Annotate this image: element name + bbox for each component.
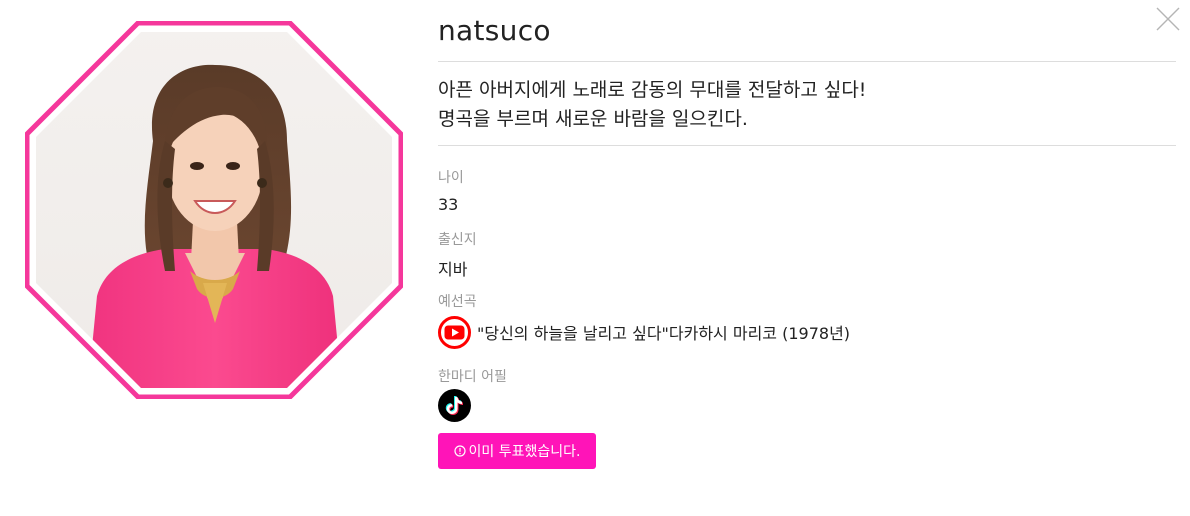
close-icon [1156, 7, 1180, 31]
info-circle-icon [453, 445, 466, 457]
close-button[interactable] [1154, 5, 1182, 33]
intro-line-2: 명곡을 부르며 새로운 바람을 일으킨다. [438, 108, 748, 130]
contestant-profile-modal: natsuco 아픈 아버지에게 노래로 감동의 무대를 전달하고 싶다! 명곡… [0, 0, 1190, 516]
profile-photo [25, 21, 403, 399]
age-label: 나이 [438, 170, 464, 186]
divider [438, 61, 1176, 62]
appeal-label: 한마디 어필 [438, 369, 507, 385]
tiktok-icon[interactable] [438, 389, 471, 422]
contestant-name: natsuco [438, 14, 551, 47]
intro-line-1: 아픈 아버지에게 노래로 감동의 무대를 전달하고 싶다! [438, 79, 867, 101]
vote-button[interactable]: 이미 투표했습니다. [438, 433, 596, 469]
age-value: 33 [438, 195, 459, 214]
intro-text: 아픈 아버지에게 노래로 감동의 무대를 전달하고 싶다! 명곡을 부르며 새로… [438, 76, 866, 134]
vote-button-label: 이미 투표했습니다. [468, 444, 581, 460]
song-label: 예선곡 [438, 294, 477, 310]
song-row: "당신의 하늘을 날리고 싶다"다카하시 마리코 (1978년) [438, 315, 850, 349]
hometown-value: 지바 [438, 260, 468, 279]
youtube-icon[interactable] [438, 315, 471, 349]
hometown-label: 출신지 [438, 232, 477, 248]
divider [438, 145, 1176, 146]
song-value: "당신의 하늘을 날리고 싶다"다카하시 마리코 (1978년) [477, 324, 851, 343]
